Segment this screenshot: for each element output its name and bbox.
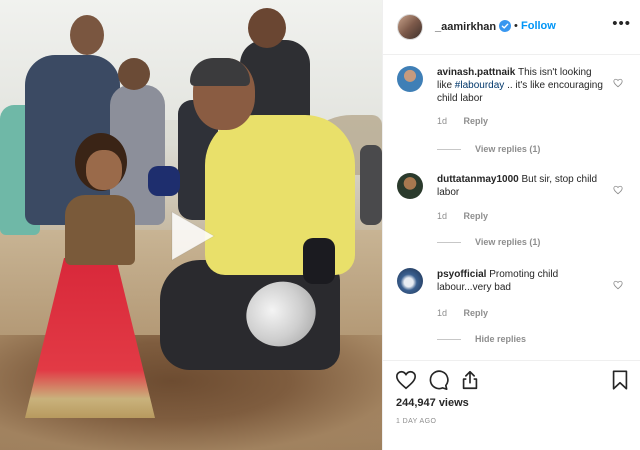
verified-badge-icon xyxy=(499,20,511,32)
comment-like-heart-icon[interactable] xyxy=(613,78,623,88)
replies-line xyxy=(437,241,461,243)
view-replies-button[interactable]: View replies (1) xyxy=(437,144,540,154)
more-options-button[interactable]: ••• xyxy=(612,15,631,32)
man-glove xyxy=(148,166,180,196)
man-glove xyxy=(303,238,335,284)
follow-button[interactable]: Follow xyxy=(521,20,556,32)
share-icon[interactable] xyxy=(459,369,481,391)
header-separator: • xyxy=(514,20,518,32)
comment-age: 1d xyxy=(437,211,448,221)
hide-replies-label: Hide replies xyxy=(475,334,527,344)
comment-text: avinash.pattnaik This isn't looking like… xyxy=(437,66,609,105)
comment-text: duttatanmay1000 But sir, stop child labo… xyxy=(437,173,609,199)
bystander-head xyxy=(70,15,104,55)
heart-icon[interactable] xyxy=(395,369,417,391)
comment-username[interactable]: psyofficial xyxy=(437,269,486,280)
reply-button[interactable]: Reply xyxy=(464,116,489,126)
view-replies-label: View replies (1) xyxy=(475,237,541,247)
view-count[interactable]: 244,947 views xyxy=(396,397,469,409)
bystander-head xyxy=(118,58,150,90)
author-avatar[interactable] xyxy=(397,14,423,40)
comment-hashtag[interactable]: #labourday xyxy=(455,80,504,91)
reply-button[interactable]: Reply xyxy=(464,211,489,221)
commenter-avatar[interactable] xyxy=(397,173,423,199)
man-cap xyxy=(190,58,250,86)
commenter-avatar[interactable] xyxy=(397,66,423,92)
comment-like-heart-icon[interactable] xyxy=(613,185,623,195)
hide-replies-button[interactable]: Hide replies xyxy=(437,334,526,344)
comment-age: 1d xyxy=(437,308,448,318)
play-icon[interactable] xyxy=(166,208,218,264)
post-video[interactable] xyxy=(0,0,382,450)
bystander-head xyxy=(248,8,286,48)
replies-line xyxy=(437,148,461,150)
replies-line xyxy=(437,338,461,340)
comment-username[interactable]: duttatanmay1000 xyxy=(437,174,519,185)
comment-like-heart-icon[interactable] xyxy=(613,280,623,290)
comment-text: psyofficial Promoting child labour...ver… xyxy=(437,268,609,294)
author-username[interactable]: _aamirkhan xyxy=(435,21,496,33)
commenter-avatar[interactable] xyxy=(397,268,423,294)
girl-face xyxy=(86,150,122,190)
post-header: _aamirkhan • Follow ••• xyxy=(383,0,640,55)
comment-bubble-icon[interactable] xyxy=(427,369,449,391)
post-side-panel: _aamirkhan • Follow ••• avinash.pattnaik… xyxy=(382,0,640,450)
post-timestamp[interactable]: 1 DAY AGO xyxy=(396,418,436,425)
comment-meta: 1d Reply xyxy=(437,116,488,126)
comment-meta: 1d Reply xyxy=(437,211,488,221)
reply-button[interactable]: Reply xyxy=(464,308,489,318)
comment-username[interactable]: avinash.pattnaik xyxy=(437,67,515,78)
view-replies-label: View replies (1) xyxy=(475,144,541,154)
comments-list[interactable]: avinash.pattnaik This isn't looking like… xyxy=(383,56,640,360)
bystander-figure xyxy=(360,145,382,225)
girl-top xyxy=(65,195,135,265)
comment-meta: 1d Reply xyxy=(437,308,488,318)
post-actions: 244,947 views 1 DAY AGO xyxy=(383,360,640,450)
comment-age: 1d xyxy=(437,116,448,126)
view-replies-button[interactable]: View replies (1) xyxy=(437,237,540,247)
bookmark-icon[interactable] xyxy=(609,369,631,391)
